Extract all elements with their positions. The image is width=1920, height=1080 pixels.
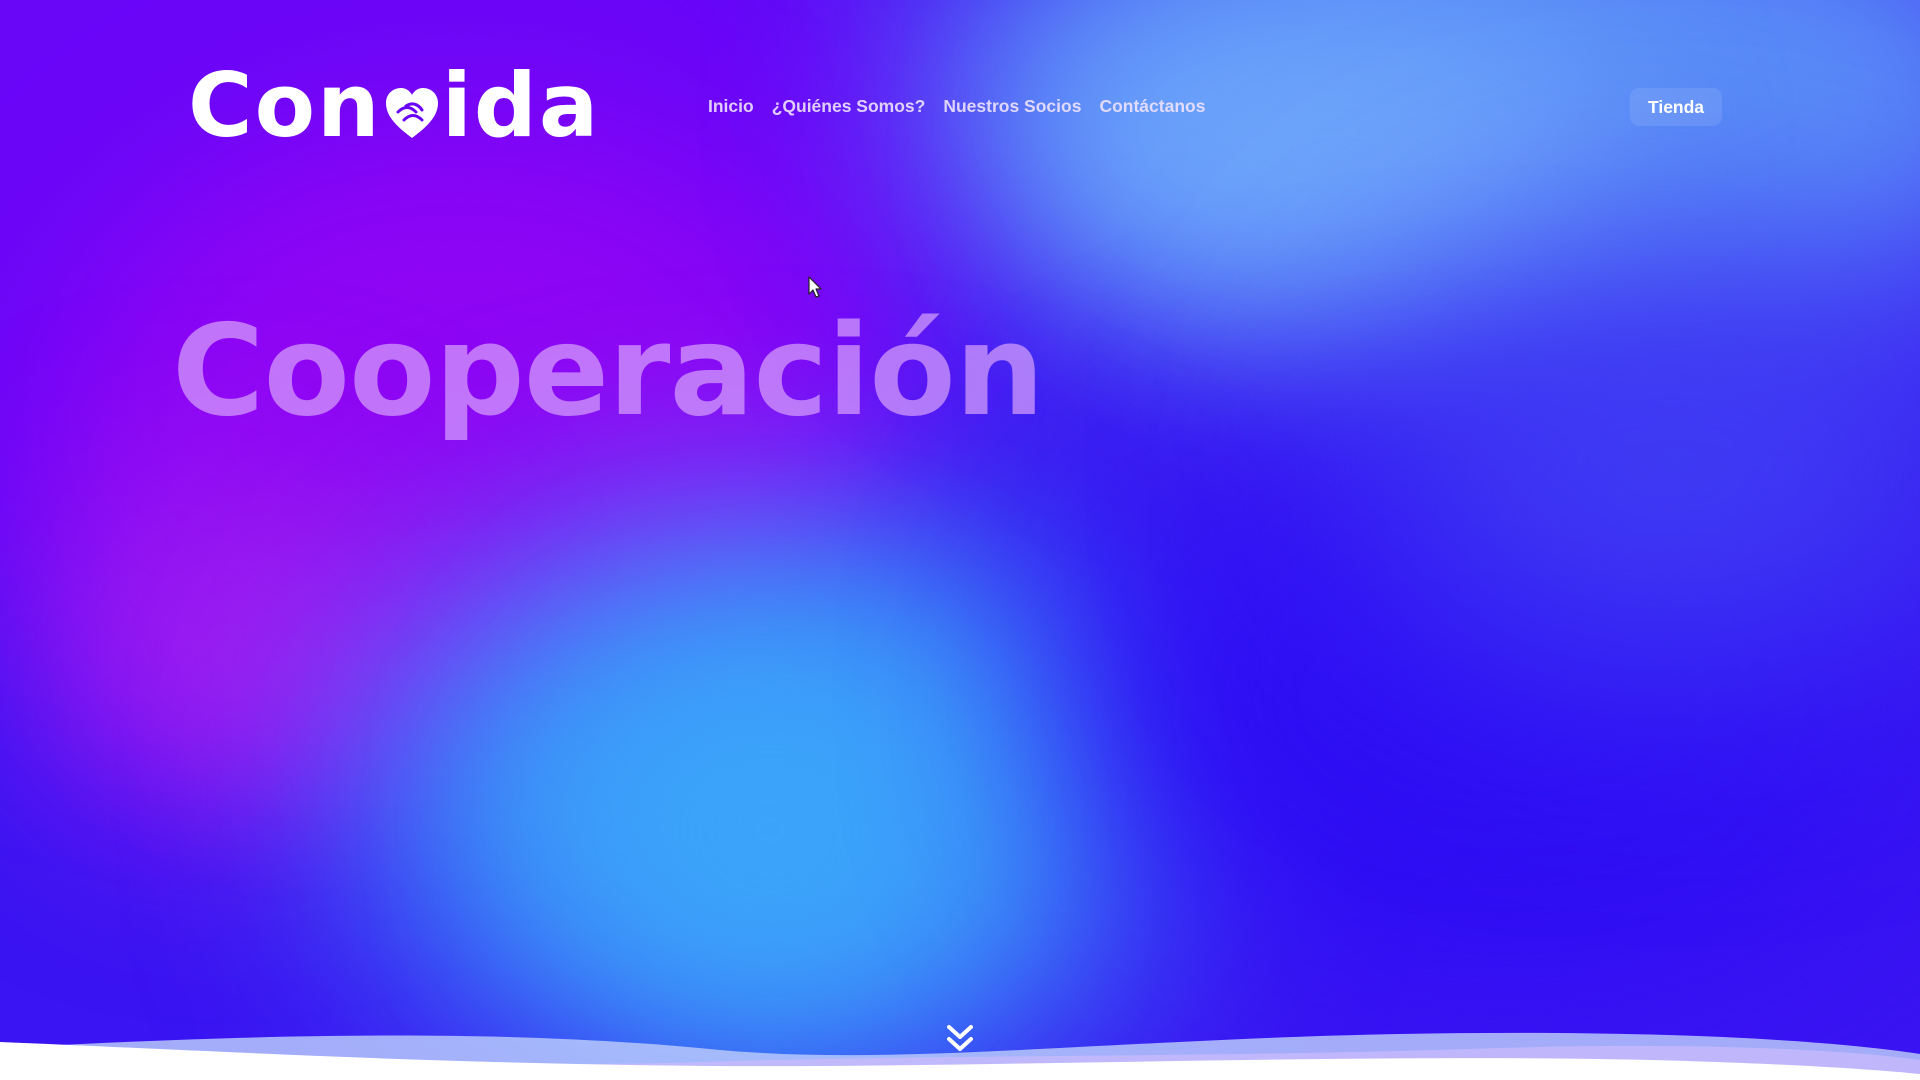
mouse-pointer-icon	[808, 276, 822, 298]
logo-text-end: ida	[441, 54, 601, 157]
gradient-blob-pale-blue	[1060, 20, 1620, 280]
nav-item-quienes-somos[interactable]: ¿Quiénes Somos?	[772, 96, 926, 117]
logo-text-start: Con	[188, 54, 382, 157]
nav-item-inicio[interactable]: Inicio	[708, 96, 754, 117]
hero-section: Con ida Inicio ¿Quiénes Somos? Nuestros …	[0, 0, 1920, 1080]
nav-item-contactanos[interactable]: Contáctanos	[1099, 96, 1205, 117]
heart-hands-icon	[385, 88, 438, 138]
nav-item-nuestros-socios[interactable]: Nuestros Socios	[943, 96, 1081, 117]
main-nav: Inicio ¿Quiénes Somos? Nuestros Socios C…	[708, 96, 1205, 117]
gradient-blob-sky-blue-2	[560, 640, 980, 1020]
double-chevron-down-icon[interactable]	[944, 1022, 976, 1056]
shop-button[interactable]: Tienda	[1630, 88, 1722, 126]
hero-headline: Cooperación	[172, 297, 1045, 444]
site-logo[interactable]: Con ida	[188, 62, 600, 150]
